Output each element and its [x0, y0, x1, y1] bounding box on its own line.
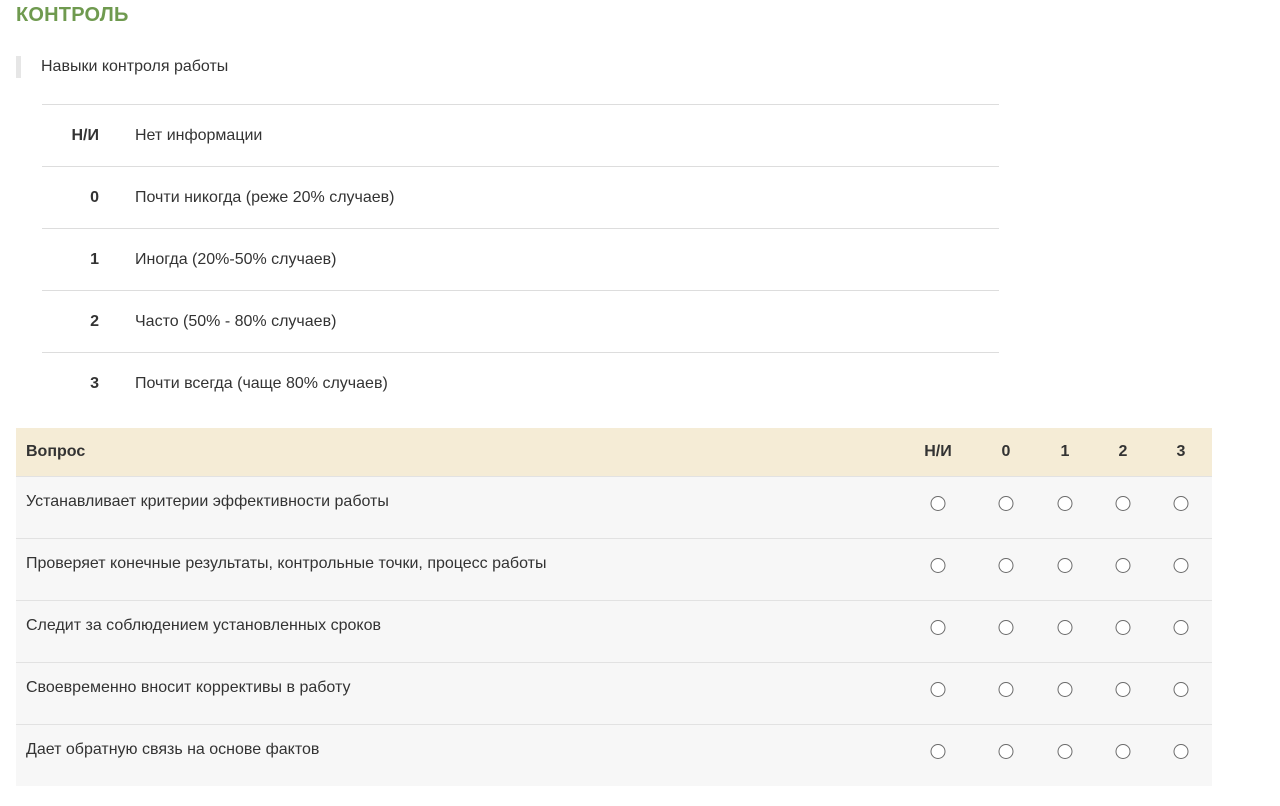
legend-description: Почти всегда (чаще 80% случаев): [135, 374, 388, 392]
radio-1[interactable]: [1057, 496, 1073, 511]
question-row: Проверяет конечные результаты, контрольн…: [16, 538, 1212, 600]
legend-row: Н/И Нет информации: [42, 104, 999, 166]
radio-0[interactable]: [998, 744, 1014, 759]
radio-na[interactable]: [930, 496, 946, 511]
question-text: Проверяет конечные результаты, контрольн…: [26, 555, 547, 572]
radio-2[interactable]: [1115, 496, 1131, 511]
radio-3[interactable]: [1173, 558, 1189, 573]
legend-row: 3 Почти всегда (чаще 80% случаев): [42, 352, 999, 414]
question-text: Устанавливает критерии эффективности раб…: [26, 493, 389, 510]
legend-description: Часто (50% - 80% случаев): [135, 312, 337, 330]
radio-3[interactable]: [1173, 744, 1189, 759]
radio-2[interactable]: [1115, 744, 1131, 759]
question-row: Своевременно вносит коррективы в работу: [16, 662, 1212, 724]
legend-row: 0 Почти никогда (реже 20% случаев): [42, 166, 999, 228]
question-grid: Вопрос Н/И 0 1 2 3 Устанавливает критери…: [16, 428, 1212, 786]
option-header-3: 3: [1176, 443, 1186, 460]
section-subtitle: Навыки контроля работы: [16, 56, 228, 78]
question-text: Дает обратную связь на основе фактов: [26, 741, 320, 758]
radio-1[interactable]: [1057, 744, 1073, 759]
radio-1[interactable]: [1057, 620, 1073, 635]
radio-0[interactable]: [998, 682, 1014, 697]
radio-0[interactable]: [998, 496, 1014, 511]
radio-2[interactable]: [1115, 558, 1131, 573]
radio-3[interactable]: [1173, 496, 1189, 511]
legend-description: Почти никогда (реже 20% случаев): [135, 188, 395, 206]
legend-description: Иногда (20%-50% случаев): [135, 250, 337, 268]
question-column-header: Вопрос: [26, 443, 86, 460]
legend-row: 2 Часто (50% - 80% случаев): [42, 290, 999, 352]
question-text: Своевременно вносит коррективы в работу: [26, 679, 351, 696]
option-header-2: 2: [1118, 443, 1128, 460]
radio-3[interactable]: [1173, 682, 1189, 697]
radio-na[interactable]: [930, 558, 946, 573]
section-title: КОНТРОЛЬ: [16, 4, 129, 26]
option-header-1: 1: [1060, 443, 1070, 460]
legend-row: 1 Иногда (20%-50% случаев): [42, 228, 999, 290]
radio-1[interactable]: [1057, 682, 1073, 697]
legend-description: Нет информации: [135, 126, 263, 144]
radio-na[interactable]: [930, 682, 946, 697]
radio-0[interactable]: [998, 558, 1014, 573]
question-row: Устанавливает критерии эффективности раб…: [16, 476, 1212, 538]
survey-page: КОНТРОЛЬ Навыки контроля работы Н/И Нет …: [0, 0, 1280, 806]
legend-code: 3: [90, 374, 99, 392]
radio-na[interactable]: [930, 620, 946, 635]
grid-header: Вопрос Н/И 0 1 2 3: [16, 428, 1212, 476]
radio-1[interactable]: [1057, 558, 1073, 573]
option-header-0: 0: [1001, 443, 1011, 460]
legend-code: Н/И: [71, 126, 100, 144]
legend-code: 0: [90, 188, 99, 206]
radio-na[interactable]: [930, 744, 946, 759]
question-text: Следит за соблюдением установленных срок…: [26, 617, 381, 634]
radio-3[interactable]: [1173, 620, 1189, 635]
radio-2[interactable]: [1115, 620, 1131, 635]
radio-2[interactable]: [1115, 682, 1131, 697]
rating-scale-legend: Н/И Нет информации 0 Почти никогда (реже…: [42, 104, 999, 414]
question-row: Дает обратную связь на основе фактов: [16, 724, 1212, 786]
question-row: Следит за соблюдением установленных срок…: [16, 600, 1212, 662]
legend-code: 1: [90, 250, 99, 268]
radio-0[interactable]: [998, 620, 1014, 635]
legend-code: 2: [90, 312, 99, 330]
option-header-na: Н/И: [924, 443, 952, 460]
